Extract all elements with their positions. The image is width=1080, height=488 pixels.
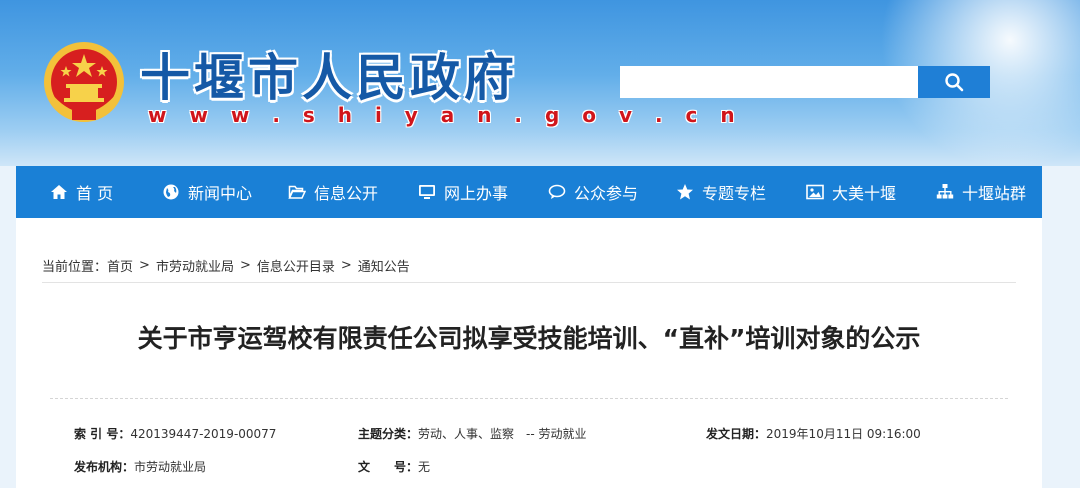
breadcrumb: 当前位置： 首页 > 市劳动就业局 > 信息公开目录 > 通知公告: [42, 256, 410, 275]
meta-topic: 主题分类：劳动、人事、监察 -- 劳动就业: [358, 425, 587, 442]
search-input[interactable]: [620, 66, 918, 98]
search-icon: [945, 73, 964, 92]
nav-item-public-participation[interactable]: 公众参与: [548, 166, 638, 218]
nav-item-label: 专题专栏: [702, 184, 767, 203]
nav-item-home[interactable]: 首 页: [50, 166, 113, 218]
meta-publisher: 发布机构：市劳动就业局: [74, 458, 206, 475]
meta-date-value: 2019年10月11日 09:16:00: [766, 427, 921, 441]
breadcrumb-link-bureau[interactable]: 市劳动就业局: [156, 256, 234, 275]
monitor-icon: [418, 183, 436, 201]
meta-publisher-label: 发布机构：: [74, 460, 135, 474]
nav-item-label: 首 页: [76, 184, 114, 203]
picture-icon: [806, 183, 824, 201]
nav-item-label: 信息公开: [314, 184, 379, 203]
nav-item-site-group[interactable]: 十堰站群: [936, 166, 1026, 218]
home-icon: [50, 183, 68, 201]
folder-icon: [288, 183, 306, 201]
meta-topic-value: 劳动、人事、监察 -- 劳动就业: [418, 427, 587, 441]
nav-item-label: 大美十堰: [832, 184, 897, 203]
nav-item-special-topics[interactable]: 专题专栏: [676, 166, 766, 218]
star-icon: [676, 183, 694, 201]
site-url: w w w . s h i y a n . g o v . c n: [148, 103, 743, 127]
article-title: 关于市亨运驾校有限责任公司拟享受技能培训、“直补”培训对象的公示: [137, 324, 921, 353]
meta-docno-value: 无: [418, 460, 431, 474]
meta-index: 索 引 号：420139447-2019-00077: [74, 425, 276, 442]
search-button[interactable]: [918, 66, 990, 98]
nav-item-beautiful-shiyan[interactable]: 大美十堰: [806, 166, 896, 218]
breadcrumb-separator: >: [239, 258, 251, 273]
nav-item-news[interactable]: 新闻中心: [162, 166, 252, 218]
sitemap-icon: [936, 183, 954, 201]
breadcrumb-separator: >: [139, 258, 150, 273]
meta-publisher-value: 市劳动就业局: [134, 460, 207, 474]
meta-divider: [50, 398, 1008, 399]
site-title: 十堰市人民政府: [140, 48, 518, 107]
nav-item-label: 新闻中心: [188, 184, 253, 203]
breadcrumb-link-home[interactable]: 首页: [107, 256, 133, 275]
meta-date: 发文日期：2019年10月11日 09:16:00: [706, 425, 921, 442]
chat-icon: [548, 183, 566, 201]
article-content: 当前位置： 首页 > 市劳动就业局 > 信息公开目录 > 通知公告 关于市亨运驾…: [16, 218, 1042, 488]
meta-index-label: 索 引 号：: [74, 427, 131, 441]
breadcrumb-link-notices[interactable]: 通知公告: [358, 256, 410, 275]
globe-icon: [162, 183, 180, 201]
breadcrumb-prefix: 当前位置：: [42, 260, 108, 275]
main-nav: 首 页 新闻中心 信息公开 网上办事 公众参与 专题专栏 大美十堰 十堰站群: [16, 166, 1042, 218]
breadcrumb-link-catalog[interactable]: 信息公开目录: [257, 256, 335, 275]
nav-item-online-services[interactable]: 网上办事: [418, 166, 508, 218]
meta-date-label: 发文日期：: [706, 427, 767, 441]
meta-docno: 文 号：无: [358, 458, 430, 475]
meta-topic-label: 主题分类：: [358, 427, 419, 441]
meta-index-value: 420139447-2019-00077: [130, 427, 277, 441]
site-header: 十堰市人民政府 w w w . s h i y a n . g o v . c …: [0, 0, 1080, 166]
nav-item-info-disclosure[interactable]: 信息公开: [288, 166, 378, 218]
nav-item-label: 公众参与: [574, 184, 639, 203]
breadcrumb-separator: >: [340, 258, 352, 273]
meta-docno-label: 文 号：: [358, 460, 419, 474]
breadcrumb-divider: [42, 282, 1016, 283]
nav-item-label: 十堰站群: [962, 184, 1027, 203]
national-emblem-logo[interactable]: [42, 40, 126, 126]
nav-item-label: 网上办事: [444, 184, 509, 203]
